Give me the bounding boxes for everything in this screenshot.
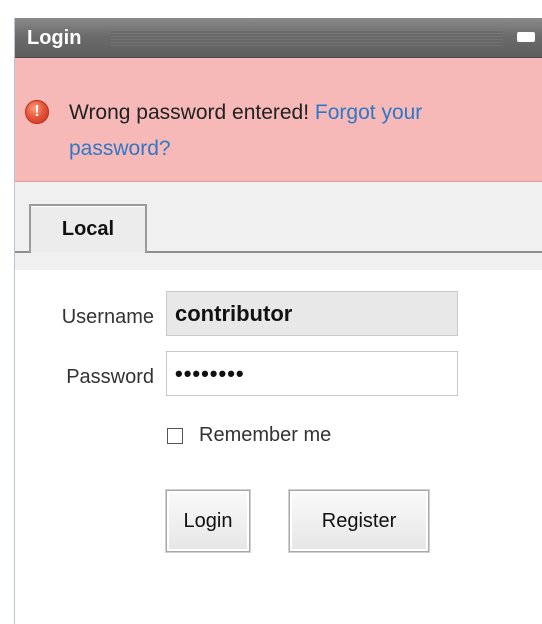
login-button[interactable]: Login xyxy=(166,490,250,552)
titlebar-grip xyxy=(111,30,503,46)
minimize-icon[interactable] xyxy=(517,32,535,42)
remember-me-checkbox[interactable] xyxy=(167,428,183,444)
username-label: Username xyxy=(61,306,154,328)
alert-message: Wrong password entered! Forgot your passw… xyxy=(69,95,519,167)
tab-strip: Local xyxy=(15,182,542,270)
alert-text: Wrong password entered! xyxy=(69,101,310,124)
tab-local[interactable]: Local xyxy=(29,204,147,253)
remember-me-label[interactable]: Remember me xyxy=(199,424,331,447)
panel-title: Login xyxy=(27,27,82,49)
username-input[interactable]: contributor xyxy=(166,291,458,336)
error-alert: ! Wrong password entered! Forgot your pas… xyxy=(15,58,542,182)
warning-icon: ! xyxy=(25,100,49,124)
register-button[interactable]: Register xyxy=(289,490,429,552)
tab-local-label: Local xyxy=(61,218,115,240)
tab-cover xyxy=(31,251,145,253)
password-input[interactable]: •••••••• xyxy=(166,351,458,396)
panel-titlebar: Login xyxy=(15,18,542,58)
password-label: Password xyxy=(66,366,154,388)
